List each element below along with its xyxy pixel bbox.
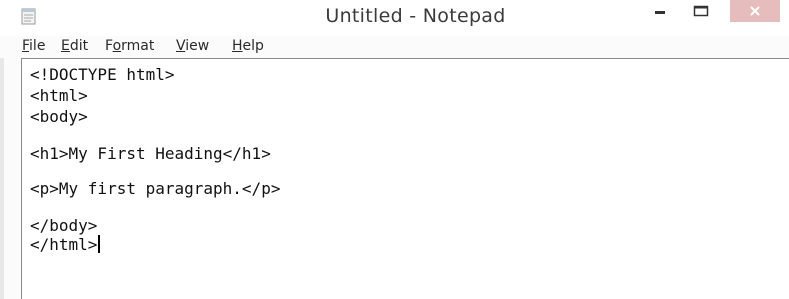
menu-file-accel: F (22, 38, 30, 54)
editor-line: <body> (30, 107, 88, 126)
menu-help-label: elp (242, 38, 264, 54)
menu-view-accel: V (176, 38, 186, 54)
menu-file[interactable]: File (22, 38, 45, 54)
close-icon (750, 6, 760, 16)
menu-view[interactable]: View (176, 38, 209, 54)
menu-format-accel: o (112, 38, 122, 54)
menu-edit[interactable]: Edit (61, 38, 88, 54)
menu-view-label: iew (185, 38, 210, 54)
menu-help-accel: H (232, 38, 243, 54)
menu-format-label: rmat (121, 38, 155, 54)
maximize-icon (693, 5, 709, 17)
menu-help[interactable]: Help (232, 38, 264, 54)
editor-line: <p>My first paragraph.</p> (30, 179, 281, 198)
menu-edit-label: dit (69, 38, 89, 54)
editor-line: </body> (30, 216, 98, 235)
maximize-button[interactable] (684, 0, 718, 22)
editor-line-last: </html> (30, 235, 101, 255)
notepad-window: Untitled - Notepad File Edit Format View… (0, 0, 789, 299)
menu-edit-accel: E (61, 38, 70, 54)
menu-format[interactable]: Format (105, 38, 154, 54)
editor-line: <!DOCTYPE html> (30, 65, 175, 84)
menu-bar: File Edit Format View Help (0, 36, 789, 58)
editor-line-last-text: </html> (30, 235, 98, 254)
minimize-button[interactable] (645, 0, 675, 22)
text-editor-area[interactable]: <!DOCTYPE html> <html> <body> <h1>My Fir… (21, 58, 789, 299)
close-button[interactable] (730, 0, 780, 22)
title-bar[interactable]: Untitled - Notepad (0, 0, 789, 36)
menu-file-label: ile (29, 38, 46, 54)
menu-format-pre: F (105, 38, 113, 54)
minimize-icon (655, 11, 665, 14)
editor-line: <h1>My First Heading</h1> (30, 144, 271, 163)
text-caret (98, 235, 101, 253)
editor-line: <html> (30, 86, 88, 105)
